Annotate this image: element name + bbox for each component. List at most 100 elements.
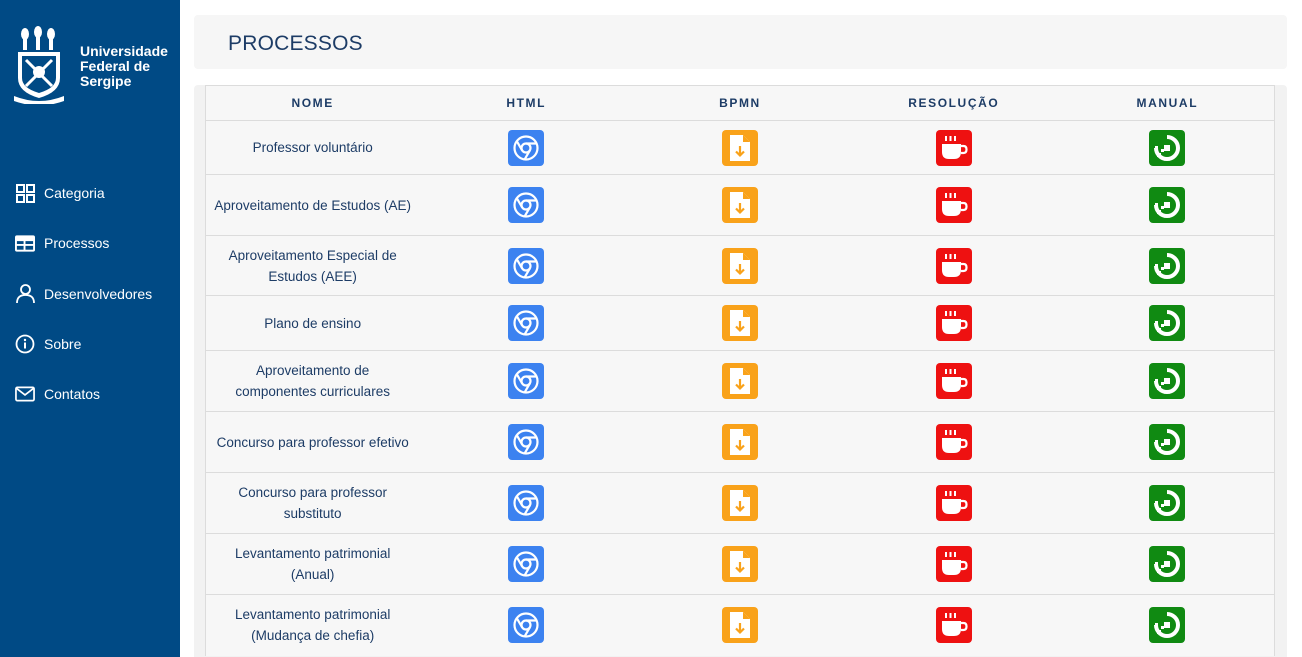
chrome-icon	[512, 489, 540, 517]
column-header-manual: MANUAL	[1060, 85, 1275, 121]
bpmn-download-button[interactable]	[721, 129, 758, 166]
coffee-icon	[940, 310, 968, 336]
table-cell	[1060, 235, 1275, 296]
manual-icon	[1153, 134, 1181, 162]
table-cell	[846, 594, 1061, 656]
coffee-icon	[940, 490, 968, 516]
page-title: PROCESSOS	[228, 32, 363, 55]
bpmn-download-button[interactable]	[721, 485, 758, 521]
table-cell	[846, 350, 1061, 412]
html-button[interactable]	[508, 363, 545, 399]
bpmn-download-button[interactable]	[721, 187, 758, 223]
process-name: Aproveitamento de Estudos (AE)	[205, 174, 420, 236]
manual-button[interactable]	[1149, 305, 1186, 341]
table-cell	[633, 120, 847, 175]
table-row: Plano de ensino	[205, 295, 1275, 351]
university-logo[interactable]: Universidade Federal de Sergipe	[14, 26, 174, 106]
table-cell	[846, 411, 1061, 473]
table-cell	[419, 350, 634, 412]
table-cell	[419, 411, 634, 473]
table-cell	[1060, 472, 1275, 534]
sidebar-item-categoria[interactable]: Categoria	[0, 168, 180, 218]
bpmn-download-button[interactable]	[721, 305, 758, 341]
column-header-resolucao: RESOLUÇÃO	[846, 85, 1061, 121]
table-cell	[419, 295, 634, 351]
manual-button[interactable]	[1149, 247, 1186, 284]
sidebar-item-sobre[interactable]: Sobre	[0, 319, 180, 369]
resolucao-button[interactable]	[935, 363, 972, 399]
resolucao-button[interactable]	[935, 247, 972, 284]
html-button[interactable]	[508, 424, 545, 460]
manual-button[interactable]	[1149, 607, 1186, 644]
html-button[interactable]	[508, 129, 545, 166]
table-row: Aproveitamento Especial de Estudos (AEE)	[205, 235, 1275, 296]
chrome-icon	[512, 309, 540, 337]
sidebar-item-processos[interactable]: Processos	[0, 218, 180, 268]
resolucao-button[interactable]	[935, 424, 972, 460]
file-download-icon	[728, 252, 752, 280]
manual-icon	[1153, 309, 1181, 337]
table-row: Aproveitamento de Estudos (AE)	[205, 174, 1275, 236]
chrome-icon	[512, 252, 540, 280]
manual-button[interactable]	[1149, 187, 1186, 223]
manual-icon	[1153, 191, 1181, 219]
table-cell	[419, 472, 634, 534]
manual-button[interactable]	[1149, 129, 1186, 166]
manual-button[interactable]	[1149, 424, 1186, 460]
resolucao-button[interactable]	[935, 129, 972, 166]
chrome-icon	[512, 191, 540, 219]
bpmn-download-button[interactable]	[721, 424, 758, 460]
table-cell	[419, 533, 634, 595]
table-row: Concurso para professor efetivo	[205, 411, 1275, 473]
html-button[interactable]	[508, 546, 545, 582]
user-icon	[15, 283, 35, 304]
table-row: Levantamento patrimonial (Anual)	[205, 533, 1275, 595]
manual-icon	[1153, 428, 1181, 456]
manual-icon	[1153, 252, 1181, 280]
table-cell	[633, 411, 847, 473]
html-button[interactable]	[508, 485, 545, 521]
resolucao-button[interactable]	[935, 187, 972, 223]
html-button[interactable]	[508, 187, 545, 223]
bpmn-download-button[interactable]	[721, 247, 758, 284]
html-button[interactable]	[508, 305, 545, 341]
file-download-icon	[728, 489, 752, 517]
table-cell	[419, 120, 634, 175]
bpmn-download-button[interactable]	[721, 546, 758, 582]
table-row: Concurso para professor substituto	[205, 472, 1275, 534]
manual-button[interactable]	[1149, 485, 1186, 521]
sidebar-item-desenvolvedores[interactable]: Desenvolvedores	[0, 269, 180, 319]
table-cell	[419, 594, 634, 656]
manual-button[interactable]	[1149, 546, 1186, 582]
html-button[interactable]	[508, 607, 545, 644]
table-cell	[1060, 411, 1275, 473]
file-download-icon	[728, 191, 752, 219]
resolucao-button[interactable]	[935, 546, 972, 582]
chrome-icon	[512, 134, 540, 162]
table-row: Levantamento patrimonial (Mudança de che…	[205, 594, 1275, 656]
table-cell	[419, 235, 634, 296]
html-button[interactable]	[508, 247, 545, 284]
coffee-icon	[940, 135, 968, 161]
table-cell	[633, 174, 847, 236]
table-cell	[633, 594, 847, 656]
manual-button[interactable]	[1149, 363, 1186, 399]
bpmn-download-button[interactable]	[721, 363, 758, 399]
info-icon	[15, 334, 35, 354]
resolucao-button[interactable]	[935, 607, 972, 644]
table-cell	[846, 235, 1061, 296]
resolucao-button[interactable]	[935, 485, 972, 521]
table-cell	[633, 295, 847, 351]
resolucao-button[interactable]	[935, 305, 972, 341]
chrome-icon	[512, 428, 540, 456]
process-name: Concurso para professor substituto	[205, 472, 420, 534]
table-cell	[1060, 295, 1275, 351]
table-cell	[633, 350, 847, 412]
sidebar-item-contatos[interactable]: Contatos	[0, 369, 180, 419]
bpmn-download-button[interactable]	[721, 607, 758, 644]
table-cell	[419, 174, 634, 236]
table-header-row: NOME HTML BPMN RESOLUÇÃO MANUAL	[205, 85, 1275, 121]
table-row: Aproveitamento de componentes curricular…	[205, 350, 1275, 412]
table-cell	[846, 295, 1061, 351]
manual-icon	[1153, 367, 1181, 395]
